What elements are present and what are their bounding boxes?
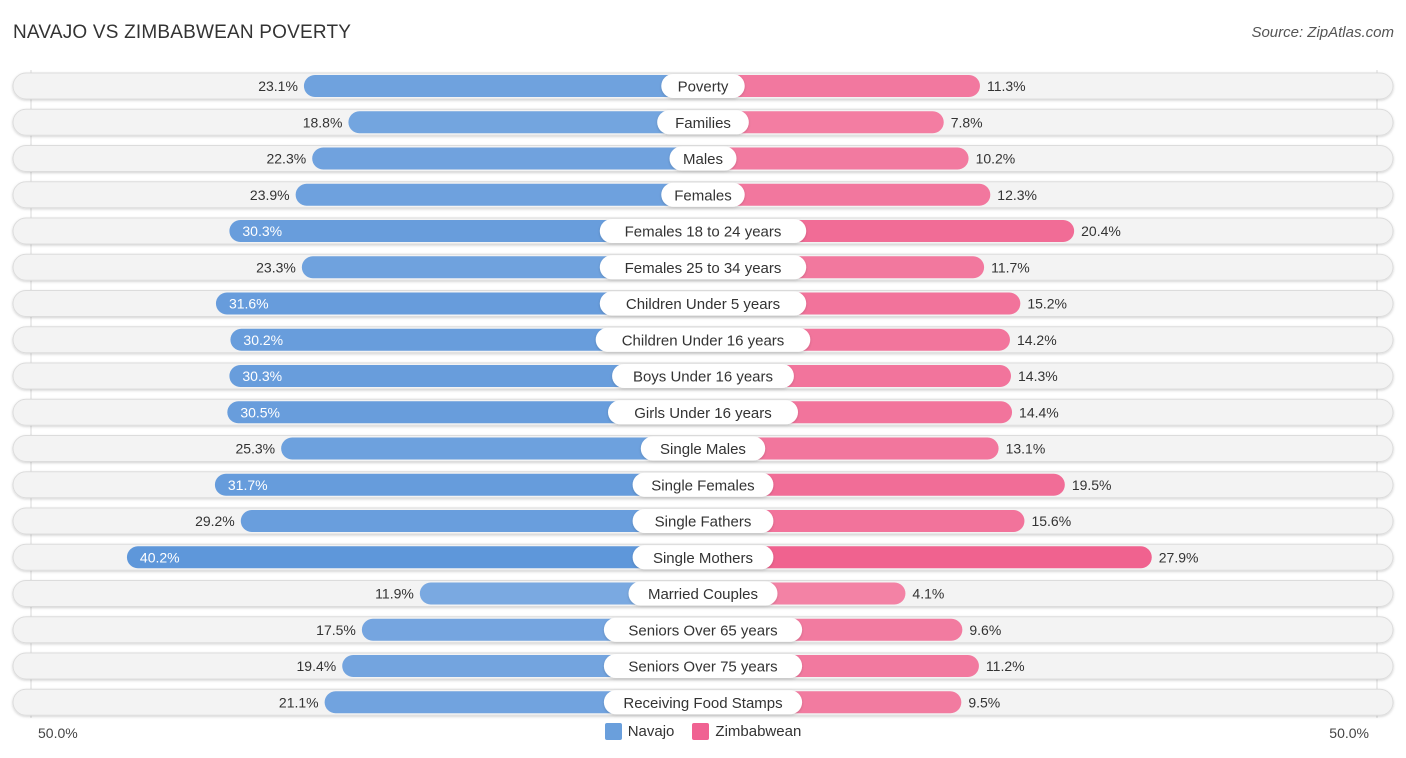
legend-swatch-zimbabwean — [692, 723, 710, 740]
value-label-navajo: 11.9% — [375, 586, 414, 602]
value-label-navajo: 23.9% — [250, 187, 290, 203]
value-label-navajo: 30.5% — [240, 404, 280, 420]
category-label: Married Couples — [648, 586, 758, 603]
category-label: Girls Under 16 years — [634, 405, 772, 422]
category-label: Receiving Food Stamps — [623, 695, 782, 712]
bar-navajo — [281, 437, 703, 460]
category-label: Single Mothers — [653, 550, 753, 567]
value-label-navajo: 30.3% — [242, 368, 282, 384]
value-label-zimbabwean: 27.9% — [1159, 549, 1199, 565]
value-label-navajo: 40.2% — [140, 549, 180, 565]
category-label: Single Fathers — [655, 514, 752, 531]
value-label-zimbabwean: 9.6% — [969, 622, 1001, 638]
category-label: Poverty — [678, 79, 729, 96]
category-label: Boys Under 16 years — [633, 369, 773, 386]
category-label: Single Females — [651, 477, 754, 494]
value-label-zimbabwean: 15.6% — [1031, 513, 1071, 529]
legend-label-navajo: Navajo — [627, 723, 675, 740]
value-label-navajo: 18.8% — [303, 114, 343, 130]
value-label-zimbabwean: 14.3% — [1018, 368, 1058, 384]
value-label-zimbabwean: 11.3% — [987, 78, 1026, 94]
value-label-zimbabwean: 13.1% — [1006, 441, 1046, 457]
value-label-navajo: 23.3% — [256, 259, 296, 275]
category-label: Males — [683, 151, 723, 168]
category-label: Females 25 to 34 years — [625, 260, 782, 277]
category-label: Females — [674, 187, 732, 204]
value-label-navajo: 22.3% — [266, 151, 306, 167]
value-label-zimbabwean: 20.4% — [1081, 223, 1121, 239]
legend: Navajo Zimbabwean — [0, 723, 1406, 740]
category-label: Single Males — [660, 441, 746, 458]
value-label-zimbabwean: 14.4% — [1019, 404, 1059, 420]
category-label: Seniors Over 65 years — [628, 622, 777, 639]
legend-swatch-navajo — [604, 723, 622, 740]
value-label-zimbabwean: 19.5% — [1072, 477, 1112, 493]
legend-item-navajo[interactable]: Navajo — [604, 723, 675, 740]
value-label-navajo: 31.7% — [228, 477, 268, 493]
category-label: Children Under 5 years — [626, 296, 780, 313]
value-label-navajo: 19.4% — [297, 658, 337, 674]
category-label: Families — [675, 115, 731, 132]
legend-item-zimbabwean[interactable]: Zimbabwean — [692, 723, 801, 740]
bar-zimbabwean — [703, 147, 969, 170]
value-label-zimbabwean: 10.2% — [976, 151, 1016, 167]
value-label-zimbabwean: 4.1% — [912, 586, 944, 602]
value-label-zimbabwean: 9.5% — [968, 694, 1000, 710]
value-label-zimbabwean: 7.8% — [951, 114, 983, 130]
category-label: Children Under 16 years — [622, 332, 785, 349]
value-label-navajo: 31.6% — [229, 296, 269, 312]
value-label-navajo: 25.3% — [235, 441, 275, 457]
value-label-navajo: 23.1% — [258, 78, 298, 94]
value-label-zimbabwean: 11.7% — [991, 259, 1030, 275]
bar-navajo — [295, 183, 703, 206]
bar-navajo — [303, 75, 703, 97]
value-label-navajo: 30.3% — [242, 223, 282, 239]
value-label-zimbabwean: 14.2% — [1017, 332, 1057, 348]
legend-label-zimbabwean: Zimbabwean — [715, 723, 802, 740]
value-label-navajo: 21.1% — [279, 694, 319, 710]
value-label-navajo: 17.5% — [316, 622, 356, 638]
bar-navajo — [214, 473, 703, 496]
chart-area: 23.1% 11.3% Poverty 18.8% 7.8% Families 22.3% 1… — [12, 70, 1394, 718]
bar-navajo — [126, 546, 704, 569]
value-label-zimbabwean: 12.3% — [997, 187, 1037, 203]
bar-navajo — [312, 147, 703, 170]
category-label: Females 18 to 24 years — [625, 224, 782, 241]
value-label-zimbabwean: 11.2% — [986, 658, 1025, 674]
category-label: Seniors Over 75 years — [628, 659, 777, 676]
value-label-zimbabwean: 15.2% — [1027, 296, 1067, 312]
value-label-navajo: 29.2% — [195, 513, 235, 529]
bar-navajo — [348, 111, 703, 134]
bar-zimbabwean — [703, 183, 991, 206]
value-label-navajo: 30.2% — [243, 332, 283, 348]
